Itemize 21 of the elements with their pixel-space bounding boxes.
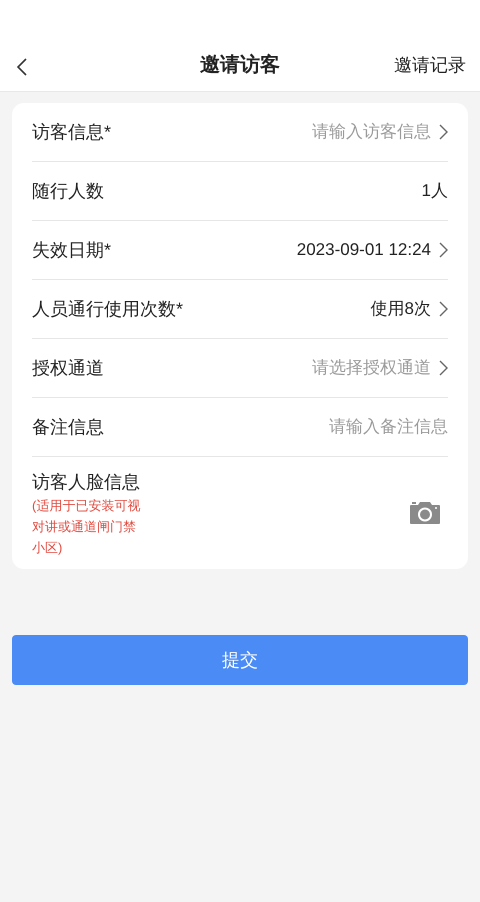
input-field[interactable]: 请输入访客信息: [111, 119, 431, 145]
chevron-right-icon[interactable]: [439, 242, 448, 258]
input-field[interactable]: 请输入备注信息: [104, 414, 448, 440]
field-label: 访客信息*: [32, 120, 112, 144]
chevron-right-icon[interactable]: [439, 124, 448, 140]
field-label: 人员通行使用次数*: [32, 298, 184, 320]
hint-note: (适用于已安装可视对讲或通道闸门禁小区): [32, 496, 142, 557]
input-field[interactable]: 请选择授权通道: [104, 355, 431, 381]
page-title: 邀请访客: [200, 52, 280, 78]
field-label: 备注信息: [32, 416, 104, 438]
field-label: 随行人数: [32, 180, 104, 202]
camera-icon[interactable]: [409, 501, 441, 525]
chevron-right-icon[interactable]: [439, 301, 448, 317]
field-label: 失效日期*: [32, 238, 112, 262]
field-value: 使用8次: [370, 298, 431, 320]
field-label: 访客人脸信息: [32, 470, 141, 494]
field-label: 授权通道: [32, 356, 104, 380]
field-value: 2023-09-01 12:24: [296, 239, 431, 262]
field-value: 1人: [422, 180, 448, 202]
invite-records-link[interactable]: 邀请记录: [394, 51, 466, 79]
chevron-right-icon[interactable]: [439, 360, 448, 376]
